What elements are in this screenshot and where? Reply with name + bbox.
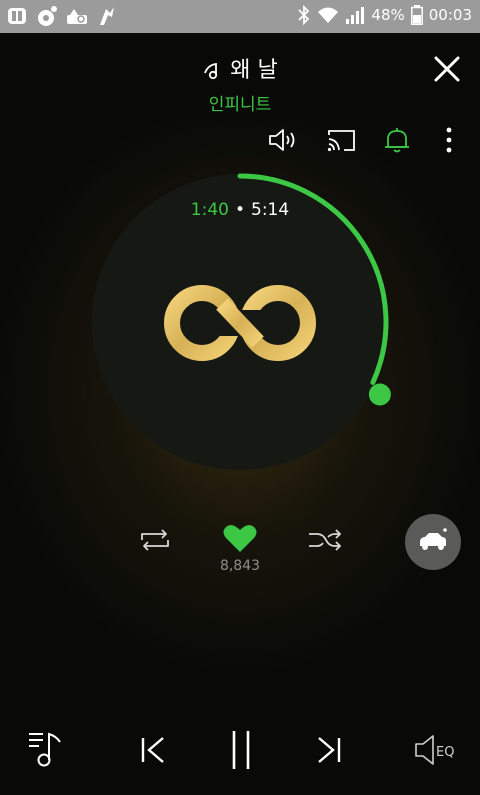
equalizer-icon[interactable]: EQ	[412, 731, 460, 769]
pause-icon[interactable]	[224, 728, 258, 772]
artist-name[interactable]: 인피니트	[0, 90, 480, 115]
signal-icon	[346, 7, 365, 24]
song-title[interactable]: 왜 날	[230, 58, 277, 83]
seek-handle[interactable]	[368, 383, 391, 406]
app-notification-icon	[8, 8, 26, 24]
svg-text:EQ: EQ	[436, 745, 454, 760]
song-title-row: 왜 날	[0, 52, 480, 84]
battery-percent: 48%	[371, 6, 405, 24]
wing-notification-icon	[100, 7, 114, 25]
volume-icon[interactable]	[266, 125, 300, 155]
current-time: 1:40	[190, 200, 229, 220]
time-separator: •	[234, 200, 246, 220]
previous-track-icon[interactable]	[137, 734, 169, 766]
battery-icon	[410, 5, 423, 25]
playlist-icon[interactable]	[26, 728, 70, 770]
album-art-logo	[164, 285, 316, 361]
next-track-icon[interactable]	[313, 734, 345, 766]
wifi-icon	[318, 7, 339, 23]
close-button[interactable]	[430, 52, 464, 86]
player-screen: 48% 00:03 왜 날 인피니트 1:40 • 5:14 8,843 EQ	[0, 0, 480, 795]
car-icon	[420, 528, 447, 550]
bluetooth-icon	[298, 5, 310, 25]
shuffle-icon[interactable]	[307, 527, 343, 553]
copyright-notification-icon	[67, 9, 87, 24]
time-display: 1:40 • 5:14	[0, 200, 480, 220]
car-mode-button[interactable]	[405, 514, 461, 570]
more-options-icon[interactable]	[432, 125, 466, 155]
like-count: 8,843	[219, 558, 261, 574]
cast-icon[interactable]	[325, 125, 359, 155]
repeat-icon[interactable]	[137, 527, 173, 553]
bell-icon[interactable]	[380, 125, 414, 155]
total-time: 5:14	[251, 200, 290, 220]
clock: 00:03	[428, 6, 472, 24]
music-note-icon	[204, 62, 218, 80]
status-bar: 48% 00:03	[0, 0, 480, 33]
music-notification-icon	[38, 6, 57, 26]
like-heart-icon[interactable]	[222, 522, 258, 554]
